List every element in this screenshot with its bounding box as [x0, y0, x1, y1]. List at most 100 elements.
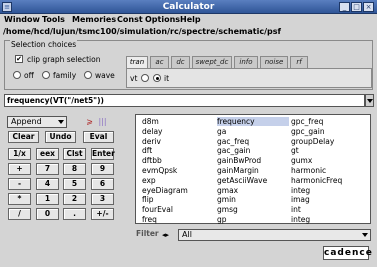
menu-tools[interactable]: Tools [42, 15, 65, 24]
tab-info[interactable]: info [234, 56, 258, 68]
title-bar: ≡ Calculator _ □ × [0, 0, 377, 14]
reciprocal-button[interactable]: 1/x [8, 148, 31, 160]
function-list: d8m delay deriv dft dftbb evmQpsk exp eyeDiagra… [135, 114, 371, 224]
digit-2-button[interactable]: 2 [63, 193, 86, 205]
eval-button[interactable]: Eval [83, 131, 114, 143]
selection-choices-legend: Selection choices [10, 40, 78, 49]
chevron-down-icon [362, 233, 368, 237]
tab-dc[interactable]: dc [171, 56, 190, 68]
function-item[interactable]: eyeDiagram [142, 186, 214, 195]
digit-1-button[interactable]: 1 [36, 193, 59, 205]
clear-button[interactable]: Clear [8, 131, 39, 143]
function-item[interactable]: deriv [142, 137, 214, 146]
radio-wave-label: wave [95, 71, 115, 80]
function-item[interactable]: d8m [142, 117, 214, 126]
menu-options[interactable]: Options [145, 15, 180, 24]
menu-memories[interactable]: Memories [72, 15, 116, 24]
close-icon[interactable]: × [363, 2, 374, 12]
cadence-logo: cadence [323, 246, 373, 260]
function-item[interactable]: integ [291, 186, 363, 195]
radio-it[interactable] [153, 74, 161, 82]
function-item[interactable]: ga [217, 127, 289, 136]
mode-select[interactable]: Append [7, 116, 67, 128]
chevron-down-icon [58, 120, 64, 124]
function-item[interactable]: dft [142, 146, 214, 155]
radio-family[interactable] [42, 71, 50, 79]
function-item[interactable]: exp [142, 176, 214, 185]
filter-arrows-icon[interactable]: ◂▸ [162, 231, 174, 239]
function-item[interactable]: frequency [217, 117, 289, 126]
digit-0-button[interactable]: 0 [36, 208, 59, 220]
analysis-tabs: tran ac dc swept_dc info noise rf [126, 56, 372, 68]
stack-icon[interactable]: ||| [97, 116, 108, 127]
radio-wave[interactable] [84, 71, 92, 79]
function-item[interactable]: getAsciiWave [217, 176, 289, 185]
digit-3-button[interactable]: 3 [91, 193, 114, 205]
tab-tran[interactable]: tran [126, 56, 148, 68]
function-item[interactable]: gac_gain [217, 146, 289, 155]
filter-label: Filter [136, 229, 159, 238]
minus-button[interactable]: - [8, 178, 31, 190]
function-item[interactable]: fourEval [142, 205, 214, 214]
function-item[interactable]: harmonic [291, 166, 363, 175]
clst-button[interactable]: Clst [63, 148, 86, 160]
expression-field[interactable]: frequency(VT("/net5")) [4, 94, 365, 107]
enter-button[interactable]: Enter [91, 148, 115, 160]
tab-noise[interactable]: noise [260, 56, 288, 68]
digit-9-button[interactable]: 9 [91, 163, 114, 175]
divide-button[interactable]: / [8, 208, 31, 220]
expression-history-dropdown[interactable] [365, 94, 374, 107]
digit-6-button[interactable]: 6 [91, 178, 114, 190]
function-item[interactable]: delay [142, 127, 214, 136]
calculator-window: ≡ Calculator _ □ × Window Tools Memories… [0, 0, 377, 267]
digit-7-button[interactable]: 7 [36, 163, 59, 175]
function-item[interactable]: gac_freq [217, 137, 289, 146]
tran-tab-panel: vt it [126, 68, 372, 88]
function-item[interactable]: gpc_gain [291, 127, 363, 136]
function-item[interactable]: gainMargin [217, 166, 289, 175]
tab-rf[interactable]: rf [290, 56, 308, 68]
minimize-icon[interactable]: _ [339, 2, 350, 12]
function-item[interactable]: dftbb [142, 156, 214, 165]
function-item[interactable]: gainBwProd [217, 156, 289, 165]
function-item[interactable]: imag [291, 195, 363, 204]
radio-off[interactable] [13, 71, 21, 79]
filter-select[interactable]: All [178, 229, 371, 241]
function-item[interactable]: harmonicFreq [291, 176, 363, 185]
menu-window[interactable]: Window [4, 15, 40, 24]
radio-vt[interactable] [141, 74, 149, 82]
eex-button[interactable]: eex [36, 148, 59, 160]
digit-4-button[interactable]: 4 [36, 178, 59, 190]
function-item[interactable]: integ [291, 215, 363, 224]
function-item[interactable]: gmin [217, 195, 289, 204]
digit-5-button[interactable]: 5 [63, 178, 86, 190]
menu-help[interactable]: Help [180, 15, 201, 24]
tab-swept-dc[interactable]: swept_dc [192, 56, 232, 68]
plus-button[interactable]: + [8, 163, 31, 175]
function-item[interactable]: gmsg [217, 205, 289, 214]
window-title: Calculator [162, 2, 215, 12]
digit-8-button[interactable]: 8 [63, 163, 86, 175]
clip-graph-checkbox[interactable]: ✔ [15, 55, 23, 63]
function-item[interactable]: gumx [291, 156, 363, 165]
radio-family-label: family [53, 71, 77, 80]
function-item[interactable]: gt [291, 146, 363, 155]
function-item[interactable]: evmQpsk [142, 166, 214, 175]
function-item[interactable]: gp [217, 215, 289, 224]
maximize-icon[interactable]: □ [351, 2, 362, 12]
function-item[interactable]: groupDelay [291, 137, 363, 146]
function-item[interactable]: int [291, 205, 363, 214]
radio-off-label: off [24, 71, 34, 80]
tab-ac[interactable]: ac [150, 56, 169, 68]
multiply-button[interactable]: * [8, 193, 31, 205]
sign-toggle-button[interactable]: +/- [91, 208, 114, 220]
undo-button[interactable]: Undo [45, 131, 76, 143]
function-item[interactable]: freq [142, 215, 214, 224]
function-item[interactable]: flip [142, 195, 214, 204]
function-item[interactable]: gpc_freq [291, 117, 363, 126]
decimal-point-button[interactable]: . [63, 208, 86, 220]
function-item[interactable]: gmax [217, 186, 289, 195]
menu-const[interactable]: Const [117, 15, 143, 24]
waveform-icon[interactable]: ⩾ [84, 116, 95, 127]
filter-select-value: All [182, 230, 192, 239]
